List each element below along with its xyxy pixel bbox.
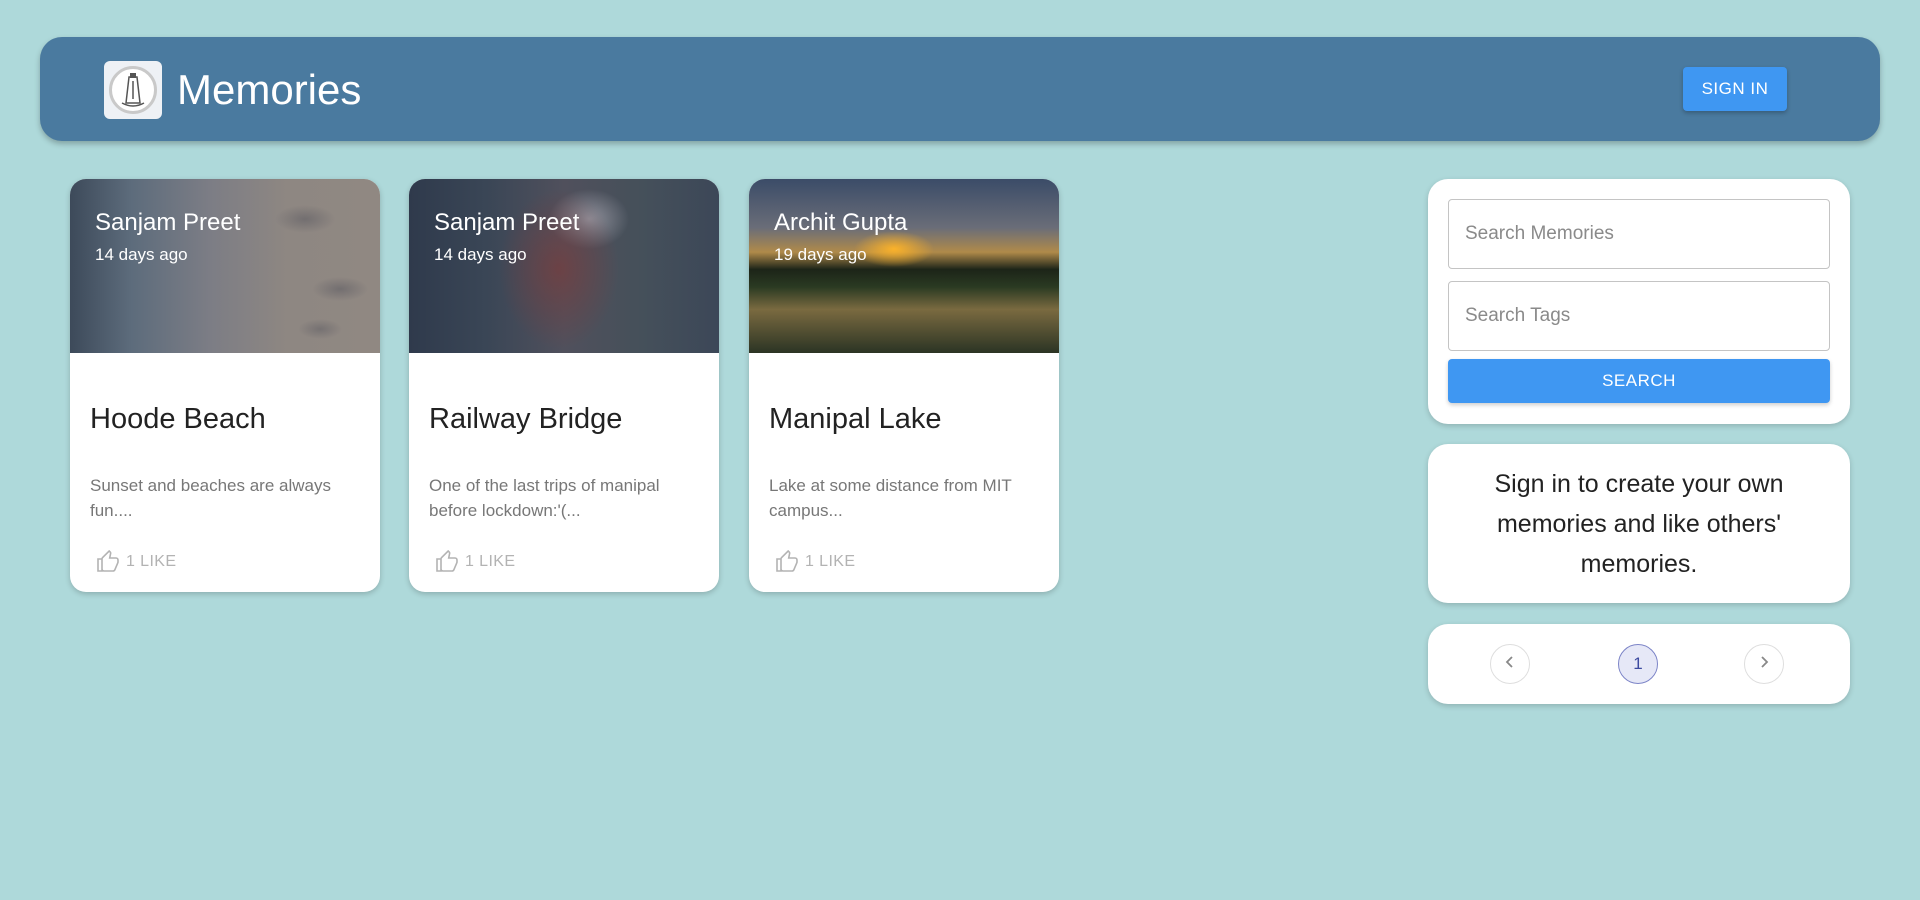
post-title: Railway Bridge: [429, 403, 623, 435]
previous-page-button[interactable]: [1490, 644, 1530, 684]
thumb-up-icon: [775, 550, 799, 574]
post-author: Sanjam Preet: [434, 209, 580, 236]
post-card[interactable]: Sanjam Preet 14 days ago Railway Bridge …: [409, 179, 719, 592]
post-time: 14 days ago: [95, 245, 188, 264]
post-card[interactable]: Sanjam Preet 14 days ago Hoode Beach Sun…: [70, 179, 380, 592]
thumb-up-icon: [435, 550, 459, 574]
thumb-up-icon: [96, 550, 120, 574]
post-title: Hoode Beach: [90, 403, 266, 435]
like-count: 1 LIKE: [465, 553, 516, 570]
like-count: 1 LIKE: [126, 553, 177, 570]
like-button[interactable]: 1 LIKE: [96, 550, 176, 574]
post-time: 19 days ago: [774, 245, 867, 264]
app-title: Memories: [177, 66, 362, 113]
post-time: 14 days ago: [434, 245, 527, 264]
post-title: Manipal Lake: [769, 403, 942, 435]
search-tags-input[interactable]: [1448, 281, 1830, 351]
page-1-button[interactable]: 1: [1618, 644, 1658, 684]
post-card[interactable]: Archit Gupta 19 days ago Manipal Lake La…: [749, 179, 1059, 592]
post-description: Lake at some distance from MIT campus...: [769, 476, 1012, 520]
search-memories-input[interactable]: [1448, 199, 1830, 269]
sign-in-prompt-text: Sign in to create your own memories and …: [1494, 469, 1784, 578]
pagination: 1: [1428, 624, 1850, 704]
chevron-left-icon: [1503, 655, 1517, 674]
next-page-button[interactable]: [1744, 644, 1784, 684]
post-description: Sunset and beaches are always fun....: [90, 476, 331, 520]
sign-in-button[interactable]: SIGN IN: [1683, 67, 1787, 111]
post-image: [749, 179, 1059, 353]
lighthouse-logo-icon: [109, 66, 157, 114]
post-description: One of the last trips of manipal before …: [429, 476, 660, 520]
app-logo[interactable]: [104, 61, 162, 119]
like-count: 1 LIKE: [805, 553, 856, 570]
post-author: Archit Gupta: [774, 209, 908, 236]
like-button[interactable]: 1 LIKE: [775, 550, 855, 574]
sign-in-prompt-panel: Sign in to create your own memories and …: [1428, 444, 1850, 603]
search-panel: SEARCH: [1428, 179, 1850, 424]
chevron-right-icon: [1757, 655, 1771, 674]
post-image: [409, 179, 719, 353]
post-author: Sanjam Preet: [95, 209, 241, 236]
app-bar: Memories SIGN IN: [40, 37, 1880, 141]
post-image: [70, 179, 380, 353]
like-button[interactable]: 1 LIKE: [435, 550, 515, 574]
search-button[interactable]: SEARCH: [1448, 359, 1830, 403]
